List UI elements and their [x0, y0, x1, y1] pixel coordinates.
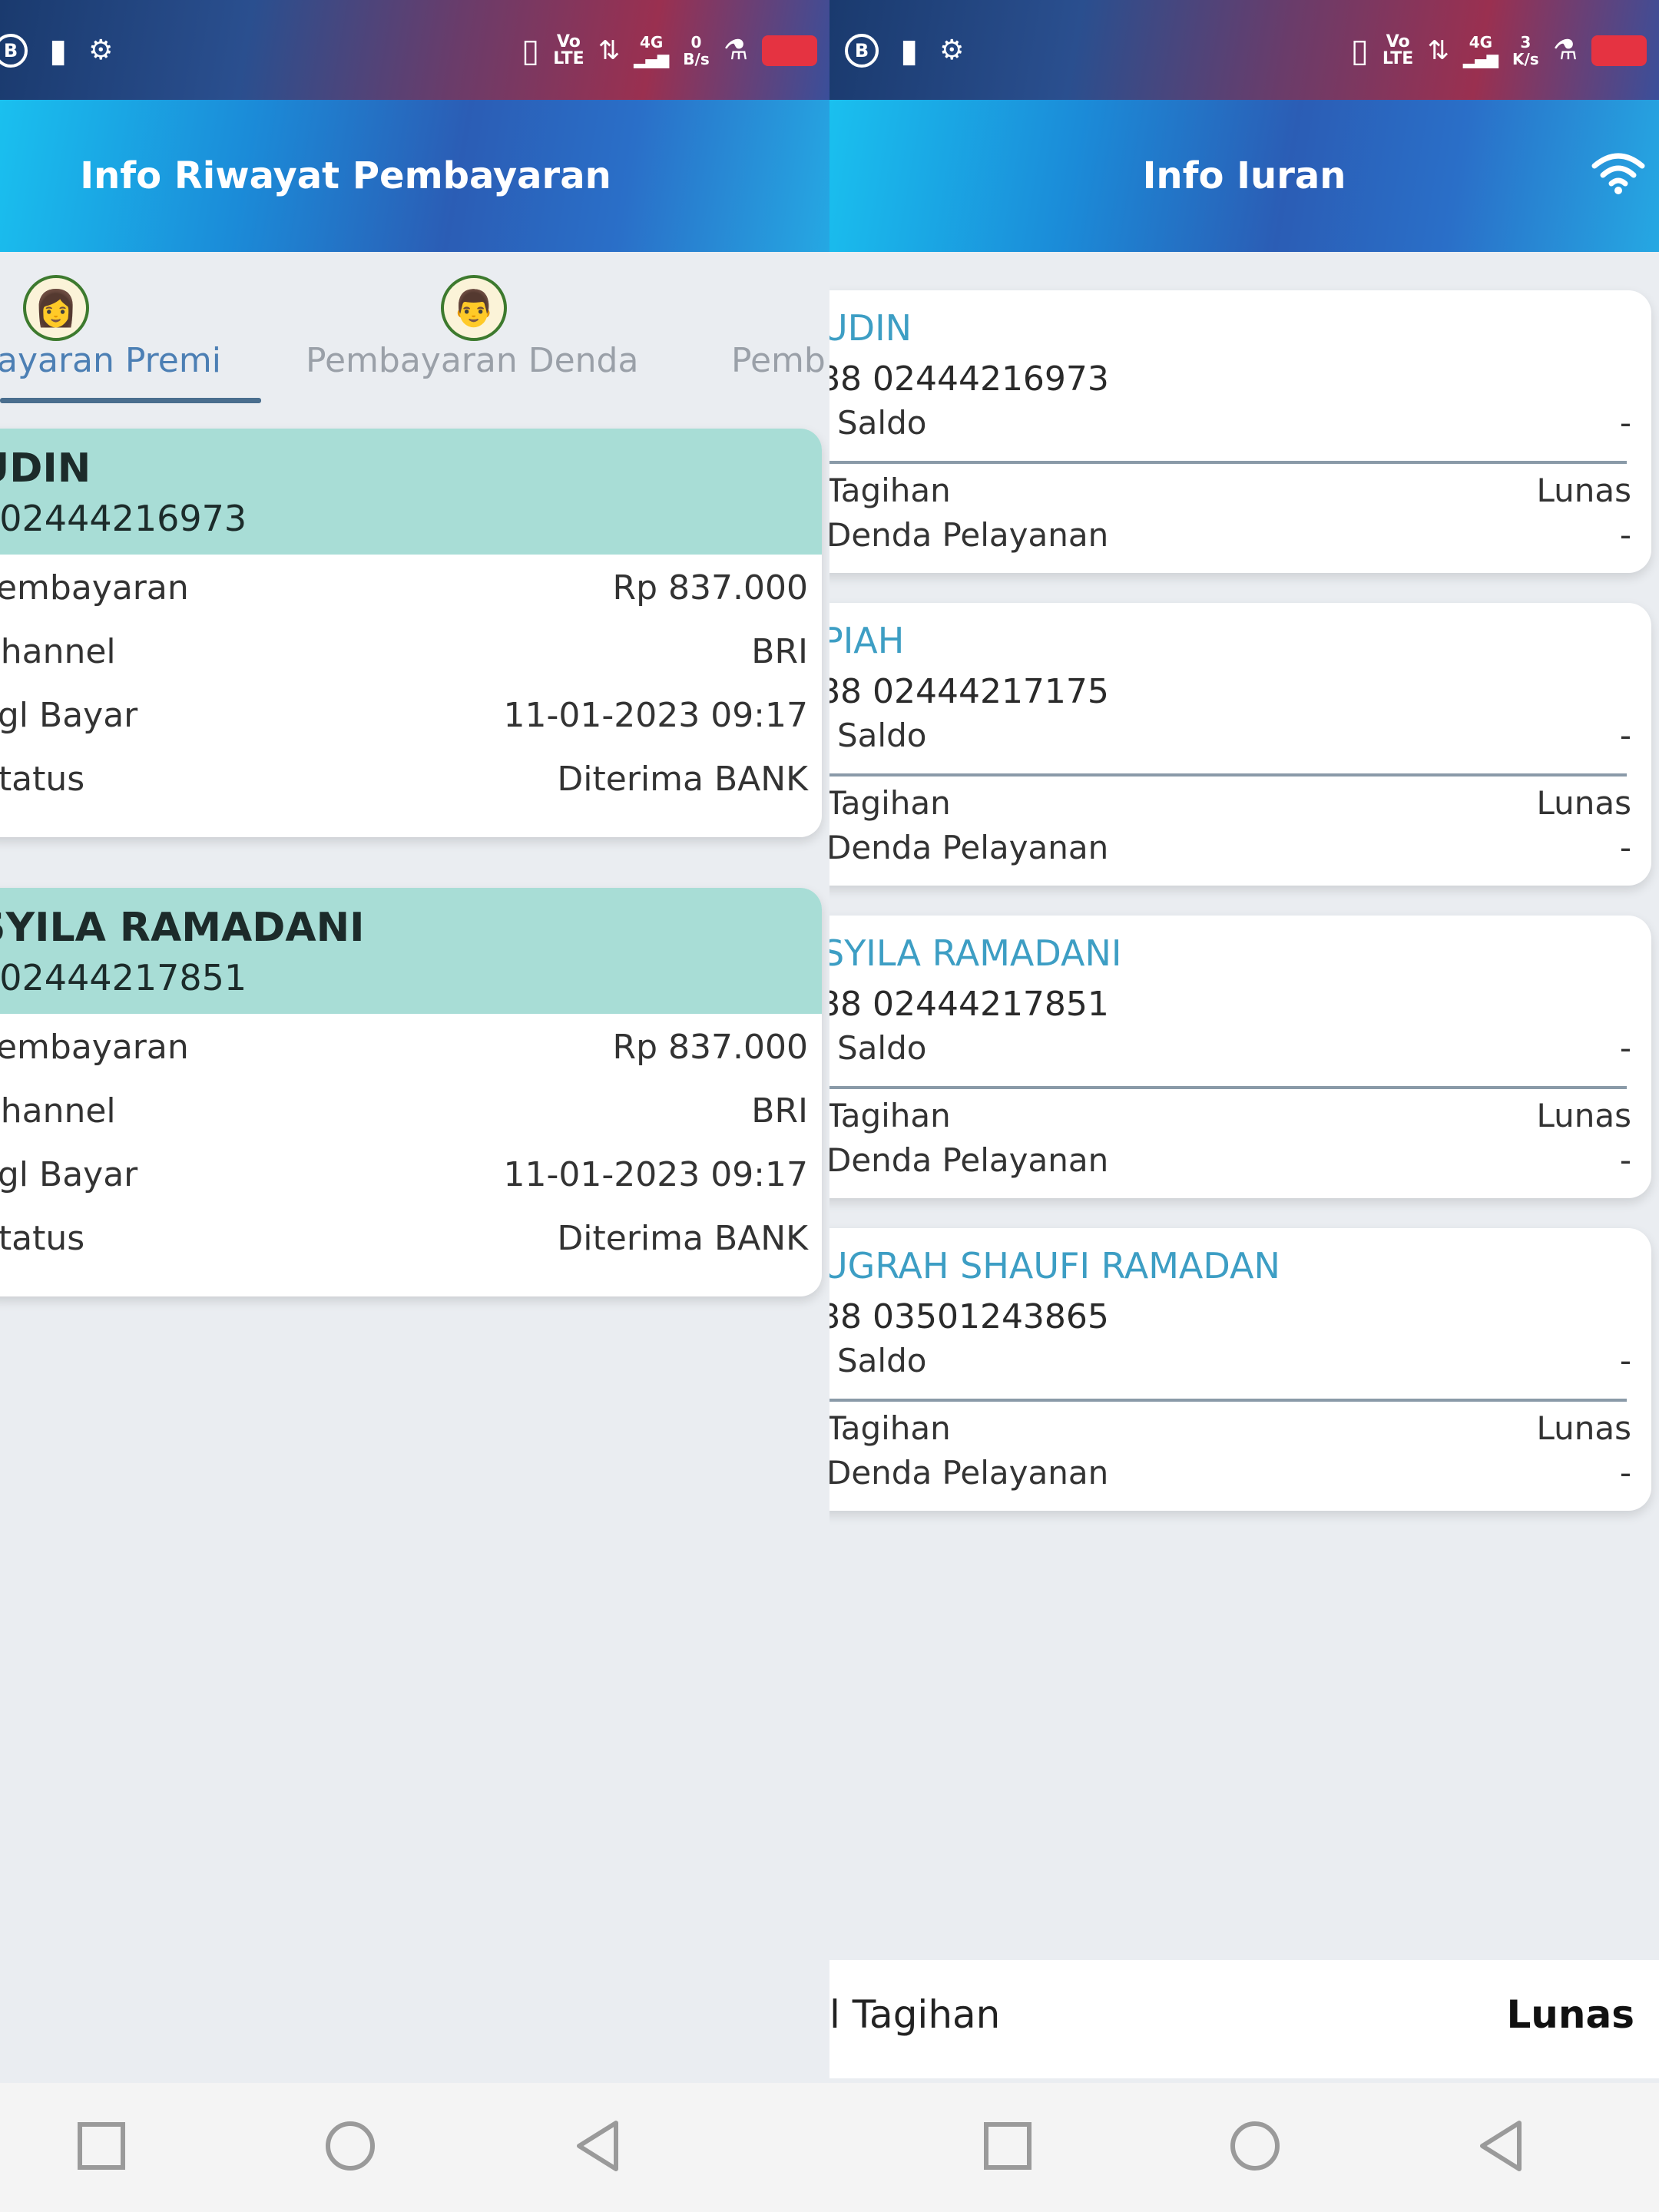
battery-icon [762, 35, 817, 66]
payment-amount-row: Pembayaran Rp 837.000 [0, 1028, 808, 1067]
navigation-bar [0, 2083, 830, 2212]
tab-penalty-payment[interactable]: 👨 Pembayaran Denda [300, 252, 653, 406]
payment-status-row: Status Diterima BANK [0, 1219, 808, 1258]
member-id: 88 03501243865 [830, 1297, 1109, 1336]
tab-bar: 👩 ayaran Premi 👨 Pembayaran Denda Pemb [0, 252, 830, 406]
bill-row: Tagihan Lunas [830, 1409, 1631, 1447]
member-name: UDIN [0, 445, 91, 492]
member-id: 88 02444217175 [830, 672, 1109, 711]
woman-character-icon: 👩 [23, 275, 89, 341]
payment-card[interactable]: SYILA RAMADANI 302444217851 Pembayaran R… [0, 888, 822, 1296]
service-penalty-row: Denda Pelayanan - [830, 829, 1631, 866]
member-dues-card[interactable]: SYILA RAMADANI 88 02444217851 Saldo - Tag… [830, 916, 1651, 1198]
payment-card-header: UDIN 302444216973 [0, 429, 822, 555]
back-icon[interactable] [1472, 2115, 1533, 2177]
member-name: UGRAH SHAUFI RAMADAN [830, 1245, 1280, 1286]
member-id: 88 02444216973 [830, 359, 1109, 399]
active-tab-indicator [0, 398, 261, 403]
divider [830, 1399, 1627, 1402]
bill-row: Tagihan Lunas [830, 784, 1631, 822]
sim-card-icon: ▮ [49, 31, 68, 69]
settings-icon: ⚙ [939, 35, 965, 66]
dues-info-screen: B ▮ ⚙ ▯ Vo LTE ⇅ 4G ▂▄▆ 3 K/s ⚗ Info Iur… [830, 0, 1659, 2212]
recent-apps-icon[interactable] [71, 2115, 132, 2177]
status-bar: B ▮ ⚙ ▯ Vo LTE ⇅ 4G ▂▄▆ 3 K/s ⚗ [830, 0, 1659, 100]
data-arrows-icon: ⇅ [598, 35, 621, 66]
volte-indicator: Vo LTE [553, 32, 584, 68]
vibrate-icon: ▯ [522, 31, 540, 69]
volte-indicator: Vo LTE [1382, 32, 1414, 68]
flask-icon: ⚗ [723, 35, 748, 66]
b-circle-icon: B [0, 34, 28, 68]
payment-channel-row: Channel BRI [0, 1091, 808, 1131]
flask-icon: ⚗ [1552, 35, 1578, 66]
navigation-bar [830, 2083, 1659, 2212]
man-character-icon: 👨 [441, 275, 507, 341]
total-bill-value: Lunas [1506, 1992, 1634, 2037]
app-bar: Info Riwayat Pembayaran [0, 100, 830, 252]
home-icon[interactable] [1224, 2115, 1286, 2177]
speed-indicator: 3 K/s [1512, 33, 1539, 68]
payment-history-screen: B ▮ ⚙ ▯ Vo LTE ⇅ 4G ▂▄▆ 0 B/s ⚗ Info Riw… [0, 0, 830, 2212]
member-name: UDIN [830, 307, 912, 349]
payment-card-header: SYILA RAMADANI 302444217851 [0, 888, 822, 1014]
member-id: 302444217851 [0, 957, 247, 998]
payment-amount-row: Pembayaran Rp 837.000 [0, 568, 808, 608]
payment-card[interactable]: UDIN 302444216973 Pembayaran Rp 837.000 … [0, 429, 822, 837]
service-penalty-row: Denda Pelayanan - [830, 1141, 1631, 1179]
back-icon[interactable] [568, 2115, 630, 2177]
network-indicator: 4G ▂▄▆ [634, 33, 670, 68]
signal-icon: ▂▄▆ [634, 50, 670, 68]
network-indicator: 4G ▂▄▆ [1462, 33, 1498, 68]
service-penalty-row: Denda Pelayanan - [830, 516, 1631, 554]
data-arrows-icon: ⇅ [1427, 35, 1449, 66]
member-name: PIAH [830, 620, 905, 661]
balance-row: Saldo - [837, 717, 1631, 754]
tab-premium-payment[interactable]: 👩 ayaran Premi [0, 252, 261, 406]
page-title: Info Riwayat Pembayaran [80, 154, 611, 197]
member-dues-card[interactable]: UDIN 88 02444216973 Saldo - Tagihan Lunas … [830, 290, 1651, 573]
total-bill-label: l Tagihan [830, 1992, 1001, 2037]
b-circle-icon: B [845, 34, 879, 68]
page-title: Info Iuran [1142, 154, 1346, 197]
member-dues-card[interactable]: UGRAH SHAUFI RAMADAN 88 03501243865 Sald… [830, 1228, 1651, 1511]
balance-row: Saldo - [837, 1342, 1631, 1379]
status-bar: B ▮ ⚙ ▯ Vo LTE ⇅ 4G ▂▄▆ 0 B/s ⚗ [0, 0, 830, 100]
vibrate-icon: ▯ [1350, 31, 1369, 69]
tab-third[interactable]: Pemb [730, 252, 830, 406]
balance-row: Saldo - [837, 1029, 1631, 1067]
bill-row: Tagihan Lunas [830, 472, 1631, 509]
battery-icon [1591, 35, 1647, 66]
service-penalty-row: Denda Pelayanan - [830, 1454, 1631, 1492]
signal-icon: ▂▄▆ [1462, 50, 1498, 68]
app-bar: Info Iuran [830, 100, 1659, 252]
bill-row: Tagihan Lunas [830, 1097, 1631, 1134]
home-icon[interactable] [320, 2115, 381, 2177]
balance-row: Saldo - [837, 404, 1631, 442]
divider [830, 1086, 1627, 1089]
member-id: 88 02444217851 [830, 985, 1109, 1024]
total-bill-bar: l Tagihan Lunas [830, 1960, 1659, 2078]
recent-apps-icon[interactable] [977, 2115, 1038, 2177]
sim-card-icon: ▮ [900, 31, 919, 69]
payment-status-row: Status Diterima BANK [0, 760, 808, 799]
settings-icon: ⚙ [88, 35, 114, 66]
payment-date-row: Tgl Bayar 11-01-2023 09:17 [0, 1155, 808, 1194]
speed-indicator: 0 B/s [683, 33, 710, 68]
wifi-icon[interactable] [1591, 152, 1645, 195]
member-name: SYILA RAMADANI [0, 905, 365, 951]
divider [830, 461, 1627, 464]
member-dues-card[interactable]: PIAH 88 02444217175 Saldo - Tagihan Lunas … [830, 603, 1651, 886]
member-id: 302444216973 [0, 498, 247, 539]
payment-date-row: Tgl Bayar 11-01-2023 09:17 [0, 696, 808, 735]
payment-channel-row: Channel BRI [0, 632, 808, 671]
member-name: SYILA RAMADANI [830, 932, 1122, 974]
divider [830, 773, 1627, 777]
